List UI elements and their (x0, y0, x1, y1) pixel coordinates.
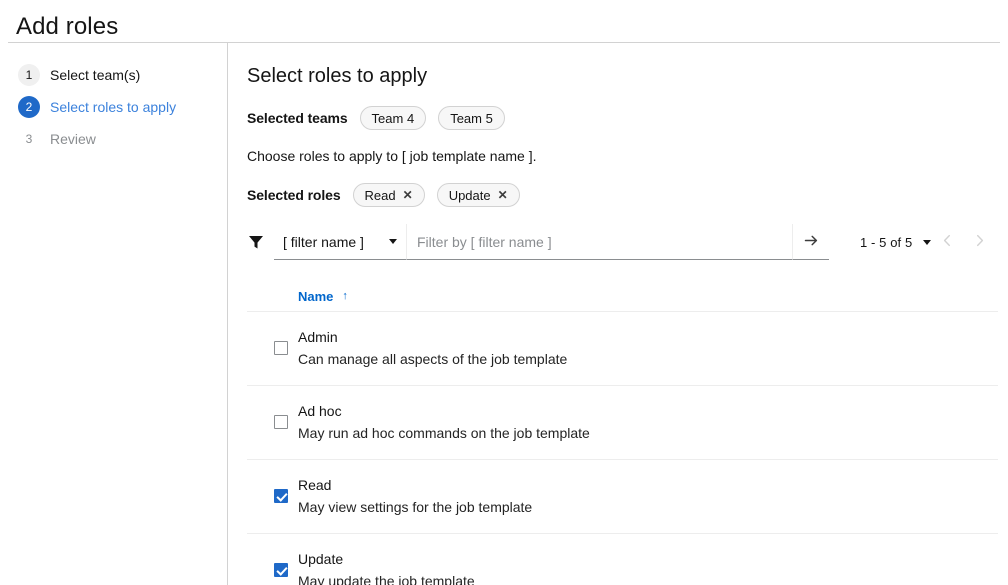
table-header-row: Name ↑ (247, 282, 998, 312)
row-description: May update the job template (298, 573, 475, 585)
wizard-main-pane: Select roles to apply Selected teams Tea… (228, 43, 1008, 585)
sidebar-item-select-roles[interactable]: 2 Select roles to apply (0, 91, 227, 123)
row-checkbox-cell (247, 549, 298, 577)
row-description: May view settings for the job template (298, 499, 533, 515)
close-icon[interactable]: ✕ (403, 189, 413, 201)
sidebar-item-select-teams[interactable]: 1 Select team(s) (0, 59, 227, 91)
role-chip-label: Read (364, 187, 396, 203)
selected-roles-row: Selected roles Read ✕ Update ✕ (247, 183, 998, 207)
row-content: Read May view settings for the job templ… (298, 475, 998, 518)
filter-submit-button[interactable] (792, 224, 829, 260)
row-name: Admin (298, 329, 338, 345)
helper-text: Choose roles to apply to [ job template … (247, 148, 537, 164)
row-name: Update (298, 551, 344, 567)
row-checkbox-cell (247, 327, 298, 355)
selected-roles-label: Selected roles (247, 187, 341, 203)
row-checkbox-cell (247, 475, 298, 503)
step-number-badge-1: 1 (18, 64, 40, 86)
row-name: Ad hoc (298, 403, 342, 419)
chevron-down-icon (389, 239, 397, 244)
row-checkbox-ad-hoc[interactable] (274, 415, 288, 429)
main-heading: Select roles to apply (247, 65, 428, 87)
sidebar-item-review[interactable]: 3 Review (0, 123, 227, 155)
pagination-options-chevron-down-icon[interactable] (923, 239, 932, 245)
column-header-name[interactable]: Name ↑ (298, 289, 348, 304)
step-label-2: Select roles to apply (50, 99, 177, 115)
row-content: Admin Can manage all aspects of the job … (298, 327, 998, 370)
row-checkbox-cell (247, 401, 298, 429)
role-chip-read: Read ✕ (352, 183, 425, 207)
pagination-range: 1 - 5 of 5 (860, 234, 913, 250)
table-row: Admin Can manage all aspects of the job … (247, 312, 998, 386)
column-header-name-label: Name (298, 289, 334, 304)
role-chip-label: Update (448, 187, 491, 203)
page-title: Add roles (16, 13, 119, 40)
table-row: Update May update the job template (247, 534, 998, 585)
row-name: Read (298, 477, 332, 493)
pagination-previous-button[interactable] (931, 226, 963, 258)
step-number-badge-3: 3 (25, 132, 33, 146)
row-checkbox-update[interactable] (274, 563, 288, 577)
team-chip-label: Team 4 (371, 110, 415, 126)
table-row: Read May view settings for the job templ… (247, 460, 998, 534)
funnel-icon (247, 233, 265, 251)
team-chip: Team 4 (359, 106, 427, 130)
table-toolbar: [ filter name ] 1 - 5 of 5 (247, 224, 998, 260)
filter-input[interactable] (406, 224, 792, 260)
selected-teams-row: Selected teams Team 4 Team 5 (247, 106, 998, 130)
step-number-badge-2: 2 (18, 96, 40, 118)
arrow-right-icon (803, 232, 820, 252)
filter-name-select[interactable]: [ filter name ] (274, 224, 406, 260)
close-icon[interactable]: ✕ (498, 189, 508, 201)
team-chip-label: Team 5 (450, 110, 493, 126)
row-checkbox-admin[interactable] (274, 341, 288, 355)
role-chip-update: Update ✕ (436, 183, 520, 207)
row-description: May run ad hoc commands on the job templ… (298, 425, 590, 441)
wizard-body: 1 Select team(s) 2 Select roles to apply… (0, 43, 1008, 585)
team-chip: Team 5 (438, 106, 505, 130)
step-label-3: Review (50, 131, 96, 147)
row-content: Update May update the job template (298, 549, 998, 585)
selected-teams-label: Selected teams (247, 110, 348, 126)
table-row: Ad hoc May run ad hoc commands on the jo… (247, 386, 998, 460)
filter-name-select-value: [ filter name ] (283, 233, 364, 250)
chevron-right-icon (972, 233, 987, 251)
row-description: Can manage all aspects of the job templa… (298, 351, 568, 367)
sort-ascending-icon: ↑ (342, 290, 348, 302)
pagination: 1 - 5 of 5 (860, 226, 995, 258)
chevron-left-icon (940, 233, 955, 251)
row-checkbox-read[interactable] (274, 489, 288, 503)
row-content: Ad hoc May run ad hoc commands on the jo… (298, 401, 998, 444)
step-label-1: Select team(s) (50, 67, 141, 83)
pagination-next-button[interactable] (963, 226, 995, 258)
filter-group: [ filter name ] (274, 224, 829, 260)
roles-table: Name ↑ Admin Can manage all aspects of t… (247, 282, 998, 585)
wizard-step-nav: 1 Select team(s) 2 Select roles to apply… (0, 43, 228, 585)
